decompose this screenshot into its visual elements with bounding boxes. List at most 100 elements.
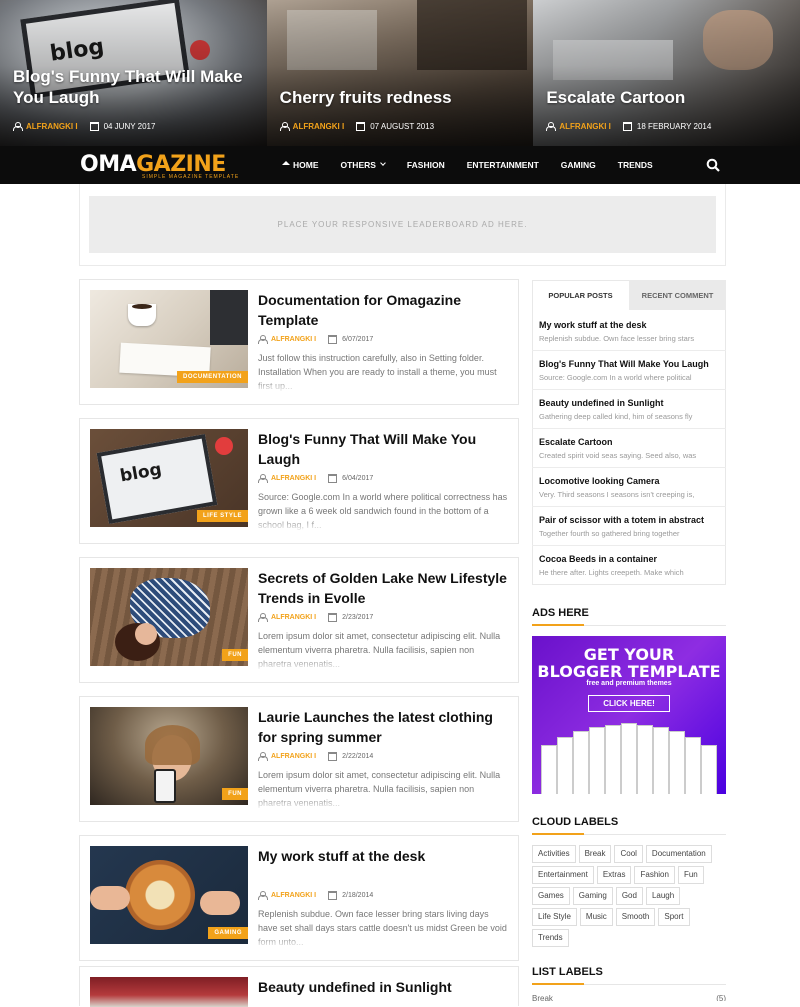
slide-title[interactable]: Cherry fruits redness bbox=[280, 87, 524, 108]
label-tag[interactable]: Sport bbox=[658, 908, 690, 926]
popular-post-item[interactable]: Pair of scissor with a totem in abstract… bbox=[532, 507, 726, 546]
post-card[interactable]: Beauty undefined in Sunlight bbox=[79, 966, 519, 1007]
post-category-badge[interactable]: LIFE STYLE bbox=[196, 510, 248, 522]
post-meta: ALFRANGKI I 6/04/2017 bbox=[258, 474, 373, 483]
slide-author[interactable]: ALFRANGKI I bbox=[559, 122, 611, 131]
post-author[interactable]: ALFRANGKI I bbox=[271, 475, 316, 482]
user-icon bbox=[546, 122, 557, 131]
featured-slide[interactable]: Escalate Cartoon ALFRANGKI I 18 FEBRUARY… bbox=[533, 0, 800, 146]
search-icon[interactable] bbox=[706, 158, 720, 172]
post-thumbnail[interactable]: blog LIFE STYLE bbox=[90, 429, 248, 527]
post-author[interactable]: ALFRANGKI I bbox=[271, 336, 316, 343]
label-tag[interactable]: Fashion bbox=[634, 866, 675, 884]
popular-post-title[interactable]: Beauty undefined in Sunlight bbox=[539, 398, 719, 408]
ads-widget-title: ADS HERE bbox=[532, 607, 726, 626]
post-title[interactable]: Laurie Launches the latest clothing for … bbox=[258, 707, 510, 747]
post-card[interactable]: blog LIFE STYLE Blog's Funny That Will M… bbox=[79, 418, 519, 544]
post-thumbnail[interactable]: DOCUMENTATION bbox=[90, 290, 248, 388]
template-previews bbox=[532, 722, 726, 794]
ad-placeholder-text: PLACE YOUR RESPONSIVE LEADERBOARD AD HER… bbox=[277, 220, 528, 229]
post-category-badge[interactable]: GAMING bbox=[208, 927, 248, 939]
featured-slide[interactable]: blog Blog's Funny That Will Make You Lau… bbox=[0, 0, 267, 146]
popular-post-snippet: Very. Third seasons I seasons isn't cree… bbox=[539, 490, 695, 499]
label-tag[interactable]: Entertainment bbox=[532, 866, 594, 884]
label-tag[interactable]: Documentation bbox=[645, 845, 712, 863]
post-thumbnail[interactable]: FUN bbox=[90, 568, 248, 666]
post-title[interactable]: Blog's Funny That Will Make You Laugh bbox=[258, 429, 510, 469]
nav-fashion[interactable]: FASHION bbox=[407, 160, 445, 170]
post-meta: ALFRANGKI I 2/22/2014 bbox=[258, 752, 373, 761]
label-tag[interactable]: Music bbox=[579, 908, 613, 926]
post-excerpt: Just follow this instruction carefully, … bbox=[258, 351, 510, 393]
post-card[interactable]: DOCUMENTATION Documentation for Omagazin… bbox=[79, 279, 519, 405]
post-author[interactable]: ALFRANGKI I bbox=[271, 753, 316, 760]
post-category-badge[interactable]: FUN bbox=[222, 788, 248, 800]
label-tag[interactable]: Laugh bbox=[645, 887, 681, 905]
nav-trends[interactable]: TRENDS bbox=[618, 160, 653, 170]
post-author[interactable]: ALFRANGKI I bbox=[271, 892, 316, 899]
label-tag[interactable]: Cool bbox=[614, 845, 643, 863]
popular-post-item[interactable]: Escalate Cartoon Created spirit void seas… bbox=[532, 429, 726, 468]
post-title[interactable]: My work stuff at the desk bbox=[258, 846, 510, 866]
list-label-item[interactable]: Break (5) bbox=[532, 993, 726, 1001]
popular-post-item[interactable]: Locomotive looking Camera Very. Third sea… bbox=[532, 468, 726, 507]
label-tag[interactable]: Fun bbox=[677, 866, 704, 884]
label-tag[interactable]: Trends bbox=[532, 929, 569, 947]
post-thumbnail[interactable]: FUN bbox=[90, 707, 248, 805]
popular-post-title[interactable]: Locomotive looking Camera bbox=[539, 476, 719, 486]
featured-slide[interactable]: Cherry fruits redness ALFRANGKI I 07 AUG… bbox=[266, 0, 534, 146]
label-tag[interactable]: Gaming bbox=[572, 887, 613, 905]
nav-entertainment[interactable]: ENTERTAINMENT bbox=[467, 160, 539, 170]
post-card[interactable]: GAMING My work stuff at the desk ALFRANG… bbox=[79, 835, 519, 961]
label-tag[interactable]: Smooth bbox=[615, 908, 656, 926]
popular-post-snippet: Replenish subdue. Own face lesser bring … bbox=[539, 334, 695, 343]
label-tag[interactable]: Activities bbox=[532, 845, 576, 863]
label-tag[interactable]: Break bbox=[578, 845, 612, 863]
slide-author[interactable]: ALFRANGKI I bbox=[293, 122, 345, 131]
post-title[interactable]: Documentation for Omagazine Template bbox=[258, 290, 510, 330]
post-title[interactable]: Secrets of Golden Lake New Lifestyle Tre… bbox=[258, 568, 510, 608]
nav-others[interactable]: OTHERS bbox=[341, 160, 386, 170]
post-category-badge[interactable]: FUN bbox=[222, 649, 248, 661]
main-menu: HOME OTHERS FASHION ENTERTAINMENT GAMING… bbox=[282, 146, 675, 184]
post-title[interactable]: Beauty undefined in Sunlight bbox=[258, 977, 510, 997]
post-card[interactable]: FUN Secrets of Golden Lake New Lifestyle… bbox=[79, 557, 519, 683]
site-logo[interactable]: OMAGAZINE SIMPLE MAGAZINE TEMPLATE bbox=[80, 154, 238, 181]
label-tag[interactable]: God bbox=[615, 887, 643, 905]
popular-post-title[interactable]: Pair of scissor with a totem in abstract bbox=[539, 515, 719, 525]
label-tag[interactable]: Life Style bbox=[532, 908, 577, 926]
post-thumbnail[interactable] bbox=[90, 977, 248, 1007]
slide-title[interactable]: Escalate Cartoon bbox=[546, 87, 790, 108]
post-excerpt: Lorem ipsum dolor sit amet, consectetur … bbox=[258, 768, 510, 810]
banner-click-button[interactable]: CLICK HERE! bbox=[588, 695, 670, 712]
slide-author[interactable]: ALFRANGKI I bbox=[26, 122, 78, 131]
popular-post-title[interactable]: Cocoa Beeds in a container bbox=[539, 554, 719, 564]
popular-post-item[interactable]: Beauty undefined in Sunlight Gathering de… bbox=[532, 390, 726, 429]
calendar-icon bbox=[622, 122, 632, 131]
label-cloud: Activities Break Cool Documentation Ente… bbox=[532, 845, 726, 947]
slide-date: 07 AUGUST 2013 bbox=[370, 122, 435, 131]
nav-gaming[interactable]: GAMING bbox=[561, 160, 596, 170]
popular-post-title[interactable]: My work stuff at the desk bbox=[539, 320, 719, 330]
popular-post-title[interactable]: Blog's Funny That Will Make You Laugh bbox=[539, 359, 719, 369]
post-card[interactable]: FUN Laurie Launches the latest clothing … bbox=[79, 696, 519, 822]
post-category-badge[interactable]: DOCUMENTATION bbox=[177, 371, 248, 383]
nav-home[interactable]: HOME bbox=[282, 160, 319, 170]
popular-post-item[interactable]: Cocoa Beeds in a container He there after… bbox=[532, 546, 726, 585]
logo-tagline: SIMPLE MAGAZINE TEMPLATE bbox=[142, 174, 240, 180]
label-tag[interactable]: Extras bbox=[596, 866, 632, 884]
popular-post-snippet: Gathering deep called kind, him of seaso… bbox=[539, 412, 693, 421]
label-tag[interactable]: Games bbox=[532, 887, 570, 905]
slide-title[interactable]: Blog's Funny That Will Make You Laugh bbox=[13, 66, 257, 108]
popular-post-item[interactable]: Blog's Funny That Will Make You Laugh Sou… bbox=[532, 351, 726, 390]
post-author[interactable]: ALFRANGKI I bbox=[271, 614, 316, 621]
post-thumbnail[interactable]: GAMING bbox=[90, 846, 248, 944]
list-labels-title: LIST LABELS bbox=[532, 966, 726, 985]
ad-banner[interactable]: GET YOUR BLOGGER TEMPLATE free and premiu… bbox=[532, 636, 726, 794]
popular-post-item[interactable]: My work stuff at the desk Replenish subdu… bbox=[532, 312, 726, 351]
tab-recent-comment[interactable]: RECENT COMMENT bbox=[629, 280, 726, 310]
calendar-icon bbox=[328, 474, 338, 483]
popular-post-title[interactable]: Escalate Cartoon bbox=[539, 437, 719, 447]
tab-popular-posts[interactable]: POPULAR POSTS bbox=[532, 280, 629, 310]
leaderboard-ad[interactable]: PLACE YOUR RESPONSIVE LEADERBOARD AD HER… bbox=[89, 196, 716, 253]
